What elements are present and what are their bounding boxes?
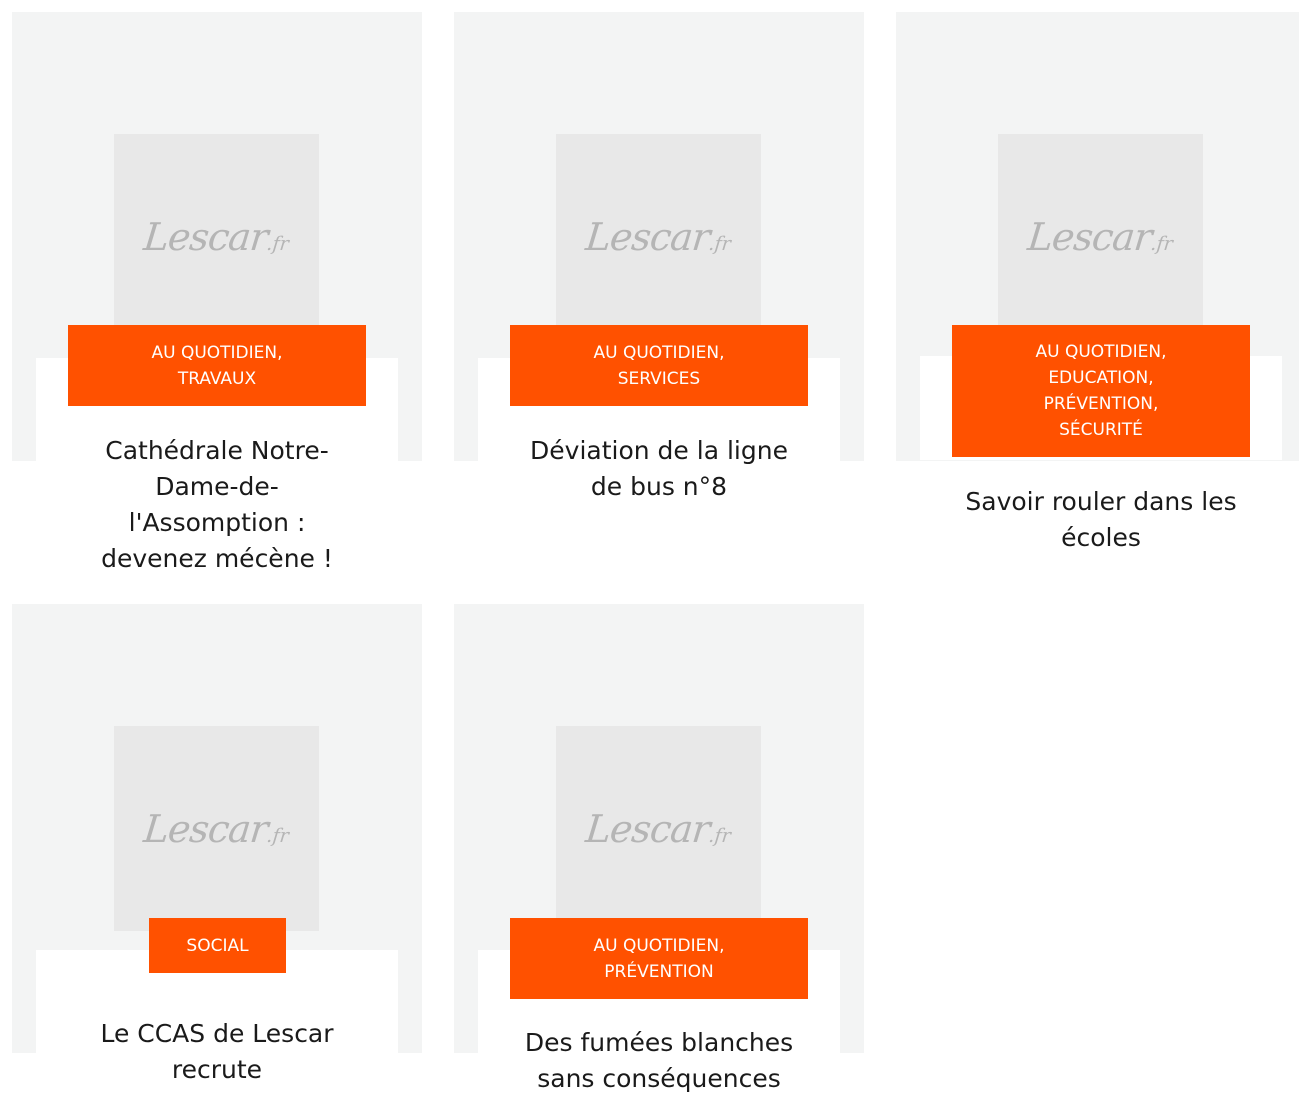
article-title[interactable]: Déviation de la ligne de bus n°8 bbox=[478, 433, 840, 505]
tag-line: SÉCURITÉ bbox=[1059, 420, 1143, 440]
tag-line: AU QUOTIDIEN, bbox=[593, 342, 725, 363]
article-thumbnail[interactable]: Lescar.fr bbox=[556, 134, 761, 339]
tag-line: TRAVAUX bbox=[177, 368, 257, 389]
article-thumbnail[interactable]: Lescar.fr bbox=[114, 726, 319, 931]
category-tag[interactable]: AU QUOTIDIEN, TRAVAUX bbox=[68, 325, 366, 406]
category-tag[interactable]: AU QUOTIDIEN, PRÉVENTION bbox=[510, 918, 808, 999]
article-thumbnail[interactable]: Lescar.fr bbox=[114, 134, 319, 339]
tag-line: SOCIAL bbox=[186, 935, 249, 956]
article-thumbnail[interactable]: Lescar.fr bbox=[556, 726, 761, 931]
article-title[interactable]: Le CCAS de Lescar recrute bbox=[36, 1016, 398, 1088]
category-tag[interactable]: SOCIAL bbox=[149, 918, 286, 973]
article-title[interactable]: Cathédrale Notre- Dame-de- l'Assomption … bbox=[36, 433, 398, 577]
tag-line: AU QUOTIDIEN, bbox=[1035, 342, 1167, 362]
tag-line: AU QUOTIDIEN, bbox=[151, 342, 283, 363]
article-thumbnail[interactable]: Lescar.fr bbox=[998, 134, 1203, 339]
article-title[interactable]: Savoir rouler dans les écoles bbox=[920, 484, 1282, 556]
tag-line: PRÉVENTION, bbox=[1043, 394, 1159, 414]
tag-line: EDUCATION, bbox=[1048, 368, 1154, 388]
tag-line: AU QUOTIDIEN, bbox=[593, 935, 725, 956]
article-title[interactable]: Des fumées blanches sans conséquences bbox=[478, 1025, 840, 1097]
tag-line: SERVICES bbox=[617, 368, 701, 389]
lescar-logo: Lescar.fr bbox=[141, 806, 290, 851]
category-tag[interactable]: AU QUOTIDIEN, SERVICES bbox=[510, 325, 808, 406]
lescar-logo: Lescar.fr bbox=[141, 214, 290, 259]
lescar-logo: Lescar.fr bbox=[583, 214, 732, 259]
tag-line: PRÉVENTION bbox=[604, 961, 714, 982]
lescar-logo: Lescar.fr bbox=[1025, 214, 1174, 259]
category-tag[interactable]: AU QUOTIDIEN, EDUCATION, PRÉVENTION, SÉC… bbox=[952, 325, 1250, 457]
lescar-logo: Lescar.fr bbox=[583, 806, 732, 851]
